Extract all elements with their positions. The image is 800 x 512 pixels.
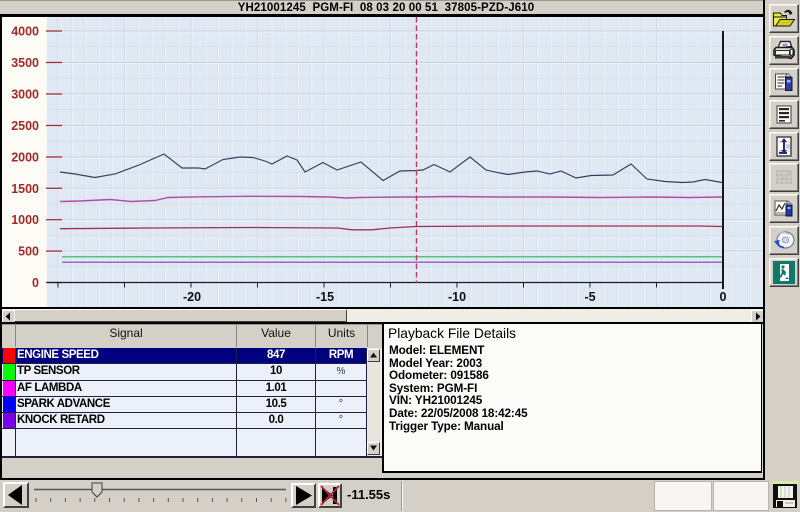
svg-text:1000: 1000 <box>11 213 39 227</box>
svg-text:-5: -5 <box>584 290 595 304</box>
svg-text:2500: 2500 <box>11 119 39 133</box>
svg-text:0: 0 <box>720 290 727 304</box>
svg-text:4000: 4000 <box>11 25 39 39</box>
svg-text:2000: 2000 <box>11 151 39 165</box>
svg-text:0: 0 <box>32 276 39 290</box>
svg-text:3000: 3000 <box>11 88 39 102</box>
svg-text:3500: 3500 <box>11 56 39 70</box>
svg-text:500: 500 <box>18 245 39 259</box>
svg-text:-10: -10 <box>448 290 466 304</box>
svg-text:-20: -20 <box>183 290 201 304</box>
svg-text:-15: -15 <box>316 290 334 304</box>
svg-text:1500: 1500 <box>11 182 39 196</box>
